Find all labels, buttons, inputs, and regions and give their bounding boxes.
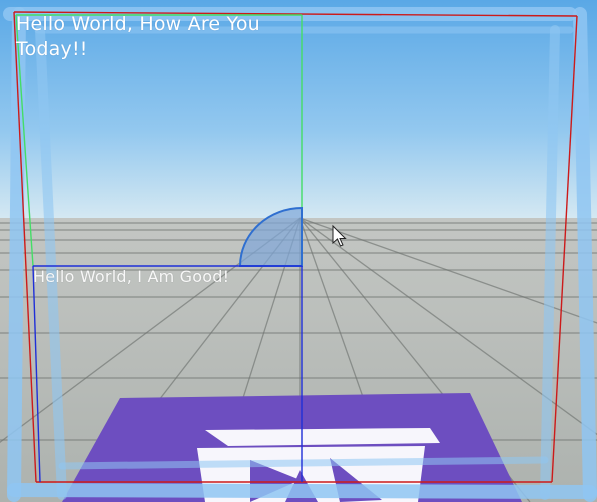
vr-viewport[interactable]: Hello World, How Are You Today!! Hello W… [0,0,597,502]
scene-canvas [0,0,597,502]
